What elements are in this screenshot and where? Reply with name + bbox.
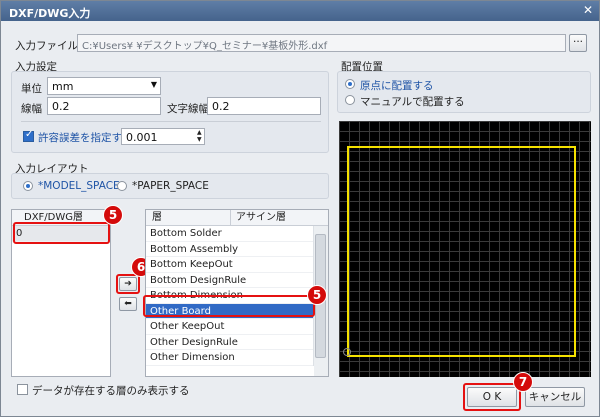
place-origin-label: 原点に配置する (360, 80, 434, 92)
only-data-layers-label: データが存在する層のみ表示する (32, 385, 190, 397)
unassign-arrow-button[interactable]: ⬅ (119, 297, 137, 311)
unit-label: 単位 (21, 83, 42, 95)
tolerance-checkbox[interactable] (23, 129, 34, 142)
close-icon[interactable]: ✕ (583, 3, 593, 17)
table-row[interactable]: Bottom Assembly (146, 242, 313, 257)
preview-canvas[interactable] (339, 121, 591, 377)
arrow-left-icon: ⬅ (124, 299, 132, 309)
table-row[interactable]: Bottom DesignRule (146, 273, 313, 288)
unit-select-value: mm (52, 80, 74, 93)
highlight-box (13, 222, 110, 244)
step-badge: 5 (307, 285, 327, 305)
input-file-label: 入力ファイル (15, 40, 78, 52)
place-origin-radio[interactable] (345, 79, 355, 89)
place-manual-radio[interactable] (345, 95, 355, 105)
tolerance-label: 許容誤差を指定する (38, 132, 133, 144)
line-width-label: 線幅 (21, 103, 42, 115)
table-header: 層 アサイン層 (146, 210, 328, 226)
column-header-assign[interactable]: アサイン層 (236, 210, 286, 226)
highlight-box (116, 274, 140, 294)
dxf-dwg-import-dialog: DXF/DWG入力 ✕ 入力ファイル C:¥Users¥ ¥デスクトップ¥Q_セ… (0, 0, 600, 417)
only-data-layers-checkbox[interactable] (17, 384, 28, 395)
highlight-box (463, 383, 521, 411)
window-title: DXF/DWG入力 (9, 7, 91, 20)
cancel-button[interactable]: キャンセル (525, 387, 585, 407)
paper-space-radio[interactable] (117, 181, 127, 191)
table-row[interactable]: Other DesignRule (146, 335, 313, 350)
text-width-field[interactable]: 0.2 (207, 97, 321, 115)
step-badge: 5 (103, 205, 123, 225)
settings-divider (21, 121, 321, 122)
title-bar: DXF/DWG入力 ✕ (1, 1, 599, 21)
layer-assign-table: 層 アサイン層 Bottom Solder Bottom Assembly Bott… (145, 209, 329, 377)
place-manual-label: マニュアルで配置する (360, 96, 465, 108)
tolerance-field[interactable]: 0.001 (121, 128, 205, 145)
board-outline (347, 146, 576, 357)
text-width-label: 文字線幅 (167, 103, 209, 115)
input-file-path-field[interactable]: C:¥Users¥ ¥デスクトップ¥Q_セミナー¥基板外形.dxf (77, 34, 566, 52)
spinner-arrows-icon[interactable]: ▲ ▼ (197, 129, 202, 143)
table-row[interactable]: Bottom Solder (146, 226, 313, 242)
line-width-field[interactable]: 0.2 (47, 97, 161, 115)
origin-icon (343, 348, 351, 356)
chevron-down-icon: ▼ (150, 80, 157, 89)
column-header-layer[interactable]: 層 (152, 210, 162, 226)
model-space-radio[interactable] (23, 181, 33, 191)
highlight-box (143, 295, 315, 317)
model-space-label: *MODEL_SPACE (38, 180, 120, 192)
table-row[interactable]: Other Dimension (146, 350, 313, 366)
table-row[interactable]: Bottom KeepOut (146, 257, 313, 273)
table-row[interactable]: Other KeepOut (146, 319, 313, 335)
paper-space-label: *PAPER_SPACE (132, 180, 209, 192)
step-badge: 7 (513, 372, 533, 392)
browse-button[interactable]: ··· (569, 34, 587, 52)
unit-select[interactable]: mm ▼ (47, 77, 161, 95)
